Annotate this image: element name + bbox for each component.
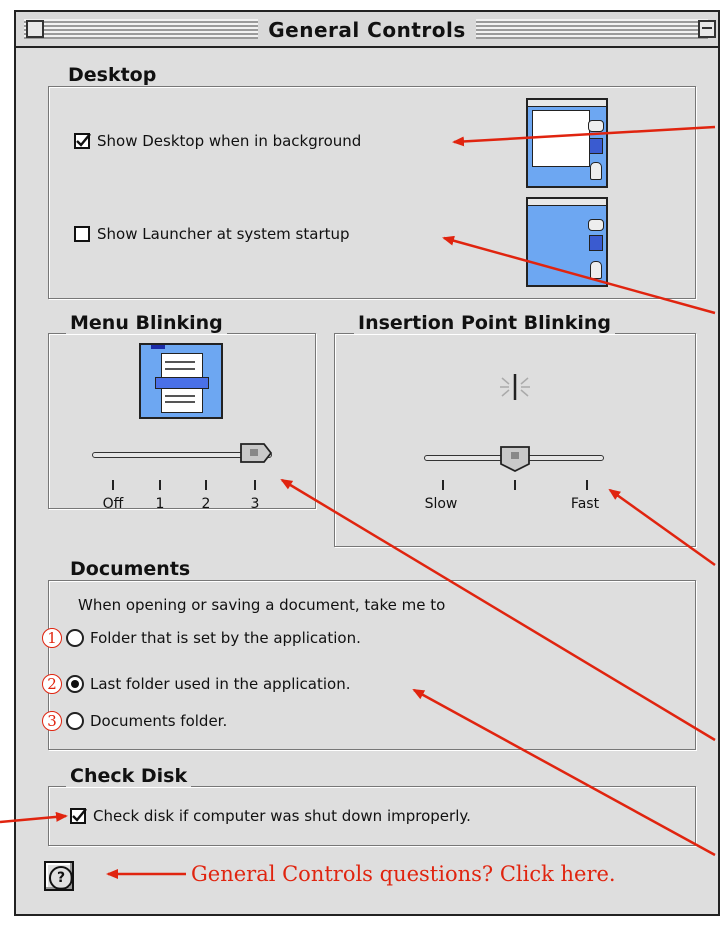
documents-folder-radio[interactable] — [66, 712, 84, 730]
window-title: General Controls — [258, 18, 476, 42]
check-disk-title: Check Disk — [66, 765, 192, 787]
show-desktop-checkbox[interactable] — [74, 133, 91, 149]
menu-tick-label-2: 2 — [201, 496, 211, 512]
menu-tick-3 — [254, 480, 256, 490]
help-icon: ? — [49, 866, 73, 890]
check-disk-label[interactable]: Check disk if computer was shut down imp… — [93, 807, 471, 825]
show-launcher-checkbox[interactable] — [74, 226, 90, 242]
checkmark-icon — [76, 133, 91, 147]
desktop-group-title: Desktop — [64, 64, 161, 86]
insertion-point-group — [334, 333, 696, 547]
menu-tick-2 — [205, 480, 207, 490]
documents-prompt: When opening or saving a document, take … — [78, 596, 446, 614]
last-folder-used-label[interactable]: Last folder used in the application. — [90, 675, 351, 693]
slider-thumb-icon — [500, 446, 530, 473]
insertion-tick-label-fast: Fast — [570, 496, 600, 512]
menu-tick-0 — [112, 480, 114, 490]
insertion-point-slider-thumb[interactable] — [500, 446, 530, 473]
insertion-tick-label-slow: Slow — [424, 496, 458, 512]
window-title-wrap: General Controls — [16, 18, 718, 42]
show-desktop-label[interactable]: Show Desktop when in background — [97, 132, 361, 150]
folder-set-by-app-radio[interactable] — [66, 629, 84, 647]
title-bar[interactable]: General Controls — [16, 12, 718, 48]
documents-title: Documents — [66, 558, 195, 580]
slider-thumb-icon — [240, 443, 273, 463]
folder-set-by-app-label[interactable]: Folder that is set by the application. — [90, 629, 361, 647]
help-button[interactable]: ? — [44, 861, 74, 891]
desktop-preview-icon — [526, 98, 608, 188]
documents-folder-label[interactable]: Documents folder. — [90, 712, 227, 730]
menu-tick-label-1: 1 — [155, 496, 165, 512]
insertion-point-title: Insertion Point Blinking — [354, 312, 615, 334]
insertion-tick-2 — [586, 480, 588, 490]
check-disk-checkbox[interactable] — [70, 808, 87, 824]
checkmark-icon — [72, 808, 87, 822]
menu-tick-label-off: Off — [102, 496, 124, 512]
show-launcher-label[interactable]: Show Launcher at system startup — [97, 225, 350, 243]
insertion-point-icon — [500, 374, 530, 400]
insertion-tick-0 — [442, 480, 444, 490]
launcher-preview-icon — [526, 197, 608, 287]
menu-blinking-slider-thumb[interactable] — [240, 443, 273, 469]
menu-blinking-title: Menu Blinking — [66, 312, 227, 334]
option-number-1: 1 — [42, 628, 62, 648]
option-number-2: 2 — [42, 674, 62, 694]
menu-blink-icon — [139, 343, 223, 419]
help-caption: General Controls questions? Click here. — [191, 862, 616, 886]
menu-tick-1 — [159, 480, 161, 490]
option-number-3: 3 — [42, 711, 62, 731]
insertion-tick-1 — [514, 480, 516, 490]
last-folder-used-radio[interactable] — [66, 675, 84, 693]
menu-tick-label-3: 3 — [250, 496, 260, 512]
